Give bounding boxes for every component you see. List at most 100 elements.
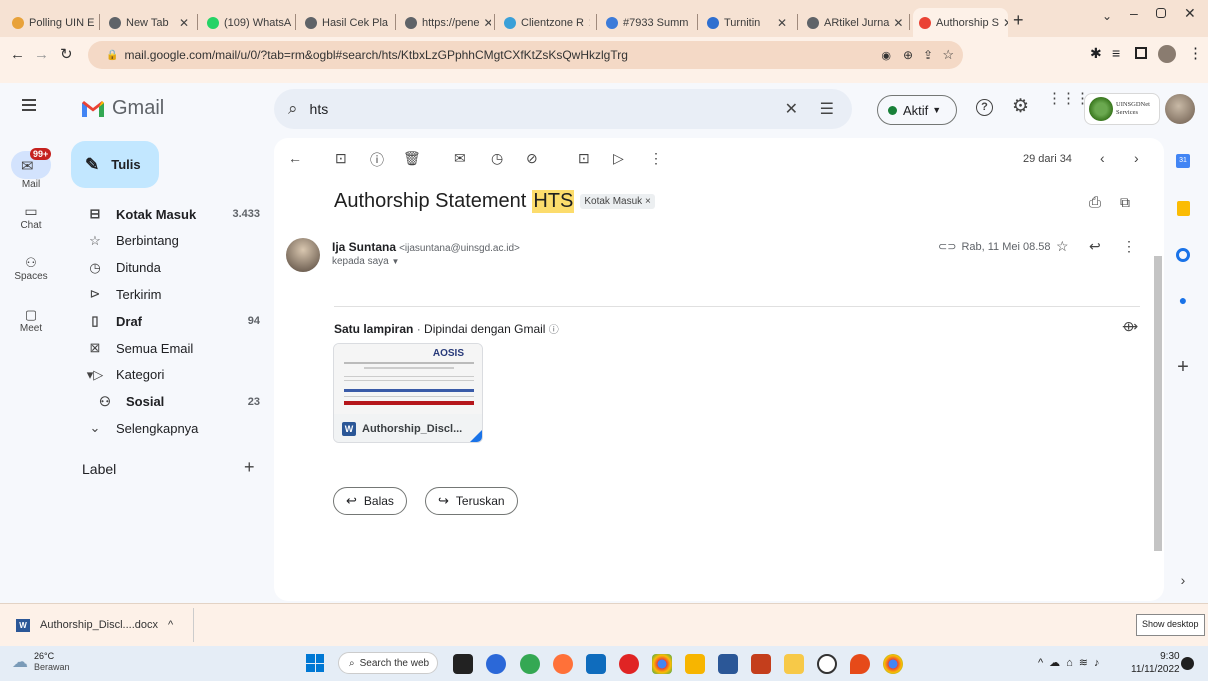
browser-tab[interactable]: New Tab ✕ (103, 8, 195, 37)
rail-meet[interactable]: ▢ Meet (0, 307, 62, 334)
delete-icon[interactable]: 🗑 (403, 150, 421, 167)
close-tab-icon[interactable]: ✕ (94, 16, 98, 30)
browser-tab[interactable]: Turnitin ✕ (701, 8, 793, 37)
browser-tab[interactable]: Polling UIN E✕ (6, 8, 98, 37)
sidebar-item-selengkapnya[interactable]: ⌄ Selengkapnya (82, 415, 260, 441)
taskbar-search[interactable]: ⌕ Search the web (338, 652, 438, 674)
reading-list-icon[interactable]: ≡ (1112, 45, 1120, 61)
contacts-app-icon[interactable]: ● (1170, 287, 1196, 313)
chrome-icon[interactable] (652, 654, 672, 674)
sidebar-item-ditunda[interactable]: ◷ Ditunda (82, 255, 260, 281)
attachment-card[interactable]: AOSIS W Authorship_Discl... (333, 343, 483, 443)
reload-icon[interactable]: ↻ (60, 45, 73, 63)
zoom-app-icon[interactable] (486, 654, 506, 674)
report-spam-icon[interactable]: ⓘ (370, 150, 384, 170)
share-icon[interactable]: ⇪ (923, 48, 933, 62)
show-desktop-tooltip[interactable]: Show desktop (1136, 614, 1205, 636)
clear-search-icon[interactable]: ✕ (785, 99, 798, 119)
inbox-label-chip[interactable]: Kotak Masuk × (580, 194, 655, 209)
download-item[interactable]: W Authorship_Discl....docx ^ (6, 608, 194, 642)
chevron-up-icon[interactable]: ^ (168, 619, 173, 631)
sticky-notes-icon[interactable] (784, 654, 804, 674)
recipient-dropdown[interactable]: kepada saya ▼ (332, 256, 399, 267)
browser-tab[interactable]: Authorship S✕ (913, 8, 1008, 37)
add-addon-icon[interactable]: + (1170, 354, 1196, 380)
close-tab-icon[interactable]: ✕ (175, 16, 189, 30)
apps-grid-icon[interactable]: ⋮⋮⋮ (1047, 91, 1090, 106)
info-icon[interactable]: ⓘ (549, 325, 559, 336)
rail-chat[interactable]: ▭ Chat (0, 203, 62, 231)
notification-icon[interactable] (1181, 657, 1194, 670)
keep-app-icon[interactable] (1170, 195, 1196, 221)
opera-icon[interactable] (619, 654, 639, 674)
tab-search-chevron-icon[interactable]: ⌄ (1102, 9, 1112, 23)
sender-avatar[interactable] (286, 238, 320, 272)
help-icon[interactable]: ? (976, 99, 993, 116)
back-arrow-icon[interactable]: ← (10, 46, 25, 63)
browser-tab[interactable]: ARtikel Jurna ✕ (801, 8, 906, 37)
sidebar-item-terkirim[interactable]: ⊳ Terkirim (82, 281, 260, 307)
settings-gear-icon[interactable]: ⚙ (1012, 95, 1029, 118)
more-actions-icon[interactable]: ⋮ (649, 150, 663, 167)
back-to-list-icon[interactable]: ← (288, 150, 302, 166)
open-new-window-icon[interactable]: ⧉ (1120, 194, 1130, 211)
address-bar[interactable]: 🔒 mail.google.com/mail/u/0/?tab=rm&ogbl#… (88, 41, 963, 69)
forward-arrow-icon[interactable]: → (34, 46, 49, 63)
organization-badge[interactable]: UINSGDNet Services (1084, 93, 1160, 125)
close-tab-icon[interactable]: ✕ (999, 16, 1008, 30)
reply-icon[interactable]: ↩ (1089, 238, 1101, 255)
browser-tab[interactable]: (109) WhatsA✕ (201, 8, 293, 37)
sidebar-item-kategori[interactable]: ▾▷ Kategori (82, 362, 260, 388)
weather-widget[interactable]: ☁ 26°C Berawan (12, 651, 70, 673)
search-input[interactable]: hts (310, 101, 329, 117)
account-avatar[interactable] (1165, 94, 1195, 124)
task-view-icon[interactable] (453, 654, 473, 674)
tasks-app-icon[interactable] (1170, 242, 1196, 268)
close-tab-icon[interactable]: ✕ (889, 16, 903, 30)
sidebar-item-sosial[interactable]: ⚇ Sosial 23 (82, 389, 260, 415)
move-to-icon[interactable]: ⊡ (578, 150, 590, 167)
forward-button[interactable]: ↪ Teruskan (425, 487, 518, 515)
file-explorer-icon[interactable] (685, 654, 705, 674)
bookmark-star-icon[interactable]: ☆ (942, 47, 954, 63)
powerpoint-icon[interactable] (751, 654, 771, 674)
chrome-app-icon[interactable] (883, 654, 903, 674)
gmail-logo[interactable]: Gmail (80, 97, 164, 120)
word-app-icon[interactable] (718, 654, 738, 674)
star-toggle-icon[interactable]: ☆ (1056, 238, 1069, 255)
windows-start-icon[interactable] (306, 654, 324, 672)
sidebar-item-draf[interactable]: ▯ Draf 94 (82, 308, 260, 334)
remove-chip-icon[interactable]: × (645, 196, 651, 207)
close-window-button[interactable]: ✕ (1184, 5, 1196, 22)
search-icon[interactable]: ⌕ (288, 99, 298, 119)
close-tab-icon[interactable]: ✕ (480, 16, 492, 30)
mail-app-icon[interactable] (586, 654, 606, 674)
app-flame-icon[interactable] (850, 654, 870, 674)
browser-tab[interactable]: Clientzone R✕ (498, 8, 590, 37)
camera-app-icon[interactable] (817, 654, 837, 674)
search-bar[interactable]: ⌕ hts ✕ ☰ (274, 89, 852, 129)
rail-spaces[interactable]: ⚇ Spaces (0, 255, 62, 282)
sidebar-item-kotak-masuk[interactable]: ⊟ Kotak Masuk 3.433 (82, 201, 260, 227)
add-to-drive-icon[interactable]: ⟴ (1122, 318, 1138, 335)
sidebar-item-berbintang[interactable]: ☆ Berbintang (82, 228, 260, 254)
compose-button[interactable]: ✎ Tulis (71, 141, 159, 188)
extensions-icon[interactable]: ✱ (1090, 45, 1102, 62)
main-menu-icon[interactable] (22, 99, 36, 111)
close-tab-icon[interactable]: ✕ (584, 16, 590, 30)
next-email-icon[interactable]: › (1134, 150, 1139, 166)
sidebar-item-semua-email[interactable]: ⊠ Semua Email (82, 335, 260, 361)
zoom-icon[interactable]: ⊕ (903, 48, 913, 62)
message-more-icon[interactable]: ⋮ (1122, 238, 1136, 255)
close-tab-icon[interactable]: ✕ (291, 16, 293, 30)
status-dropdown[interactable]: Aktif ▼ (877, 95, 957, 125)
print-icon[interactable]: ⎙ (1089, 194, 1101, 211)
expand-panel-icon[interactable]: › (1170, 567, 1196, 593)
scrollbar-thumb[interactable] (1154, 256, 1162, 551)
close-tab-icon[interactable]: ✕ (773, 16, 787, 30)
profile-avatar[interactable] (1158, 45, 1176, 63)
firefox-icon[interactable] (553, 654, 573, 674)
prev-email-icon[interactable]: ‹ (1100, 150, 1105, 166)
sender-name[interactable]: Ija Suntana (332, 240, 396, 254)
tracking-icon[interactable]: ◉ (881, 49, 891, 62)
